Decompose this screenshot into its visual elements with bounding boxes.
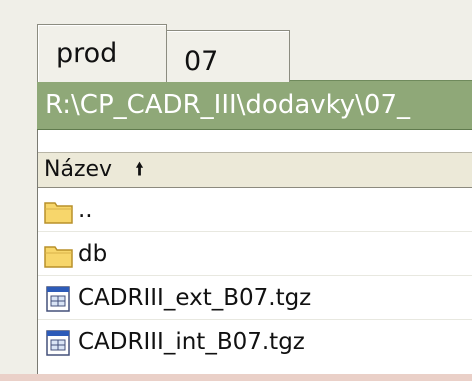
list-item-ext-tgz[interactable]: CADRIII_ext_B07.tgz: [38, 276, 472, 320]
file-manager-window: prod 07 R:\CP_CADR_III\dodavky\07_ Název…: [0, 0, 472, 381]
list-item-label: db: [78, 241, 108, 267]
tab-prod-label: prod: [56, 38, 118, 69]
path-bar[interactable]: R:\CP_CADR_III\dodavky\07_: [37, 80, 472, 130]
list-item-parent[interactable]: ..: [38, 188, 472, 232]
tab-bar: prod 07: [0, 0, 472, 82]
folder-up-icon: [44, 196, 74, 224]
column-header-name[interactable]: Název 🠙: [38, 152, 472, 188]
tab-prod[interactable]: prod: [37, 24, 167, 82]
sort-ascending-icon: 🠙: [135, 159, 145, 180]
column-header-label: Název: [44, 157, 113, 182]
list-item-db[interactable]: db: [38, 232, 472, 276]
list-item-label: ..: [78, 197, 93, 223]
tab-07[interactable]: 07: [165, 30, 290, 82]
tab-07-label: 07: [184, 46, 219, 77]
list-item-label: CADRIII_ext_B07.tgz: [78, 285, 312, 311]
list-item-label: CADRIII_int_B07.tgz: [78, 329, 305, 355]
file-list-panel: Název 🠙 .. db CADRIII_ext_B07.tgz CADRII…: [37, 130, 472, 381]
folder-icon: [44, 240, 74, 268]
archive-file-icon: [44, 284, 74, 312]
archive-file-icon: [44, 328, 74, 356]
list-item-int-tgz[interactable]: CADRIII_int_B07.tgz: [38, 320, 472, 364]
current-path: R:\CP_CADR_III\dodavky\07_: [45, 90, 411, 120]
bottom-strip: [0, 374, 472, 381]
